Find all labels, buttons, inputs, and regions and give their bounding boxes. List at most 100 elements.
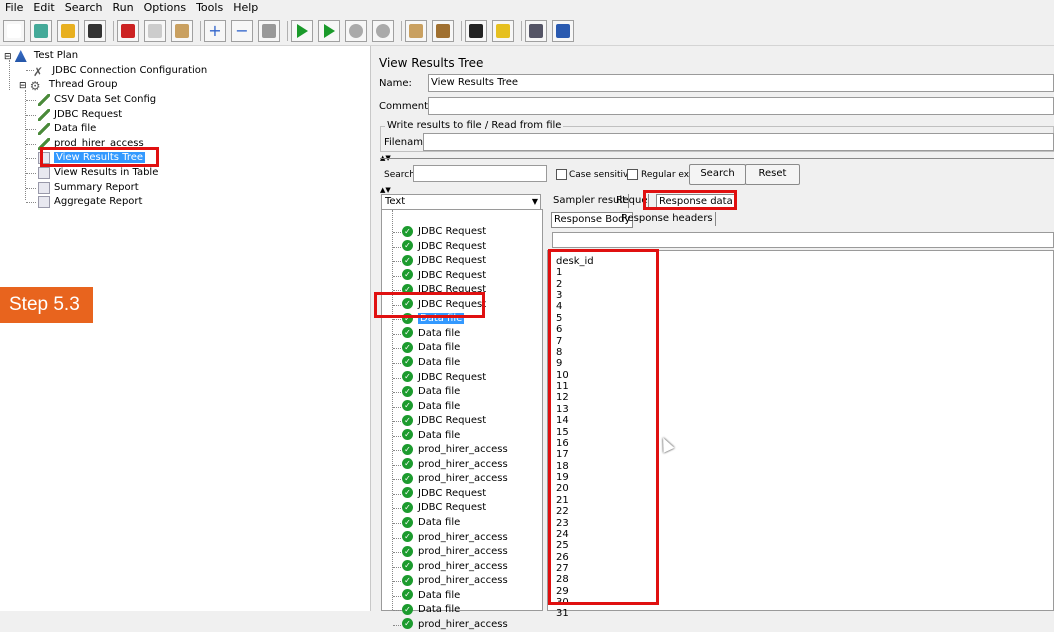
result-item[interactable]: ✓ prod_hirer_access [393,458,508,472]
tree-node-thread-group[interactable]: ⊟ ⚙ Thread Group [19,78,118,93]
result-item[interactable]: ✓ JDBC Request [393,501,487,515]
start-no-pause-icon [323,24,335,38]
search-icon [469,24,483,38]
copy-icon [148,24,162,38]
search-button[interactable]: Search [689,164,746,185]
copy-button[interactable] [144,20,166,42]
tree-node-test-plan[interactable]: ⊟ Test Plan [4,49,78,63]
start-button[interactable] [291,20,313,42]
toggle-button[interactable] [258,20,280,42]
menu-search[interactable]: Search [60,0,108,14]
result-item-label: prod_hirer_access [418,531,508,543]
result-item[interactable]: ✓ Data file [393,589,460,603]
result-item[interactable]: ✓ JDBC Request [393,240,486,254]
result-item[interactable]: ✓ Data file [393,356,461,370]
success-shield-icon: ✓ [402,472,413,484]
result-item[interactable]: ✓ JDBC Request [393,254,486,268]
menu-run[interactable]: Run [108,0,139,14]
result-item[interactable]: ✓ Data file [393,341,460,355]
tree-node-jdbc-request[interactable]: JDBC Request [26,108,122,122]
tree-node-data-file[interactable]: Data file [26,122,96,136]
result-item[interactable]: ✓ prod_hirer_access [393,472,508,486]
result-item[interactable]: ✓ prod_hirer_access [393,618,508,632]
search-input[interactable] [413,165,547,182]
result-item-label: Data file [418,327,461,339]
result-item-label: prod_hirer_access [418,458,508,470]
success-shield-icon: ✓ [402,327,413,339]
templates-button[interactable] [30,20,52,42]
subtab-response-headers[interactable]: Response headers [619,212,716,226]
tree-node-csv-data-set-config[interactable]: CSV Data Set Config [26,93,156,107]
name-label: Name: [379,78,412,89]
result-item-label: Data file [418,356,461,368]
new-button[interactable] [3,20,25,42]
result-item-label: JDBC Request [418,502,487,514]
response-line: 31 [556,608,569,620]
result-item[interactable]: ✓ prod_hirer_access [393,443,508,457]
comments-field[interactable] [428,97,1054,115]
success-shield-icon: ✓ [402,341,413,353]
tree-node-jdbc-connection-configuration[interactable]: ✗ JDBC Connection Configuration [33,64,207,79]
wrench-icon: ✗ [33,65,44,79]
name-field[interactable]: View Results Tree [428,74,1054,92]
splitter-arrows-2[interactable]: ▲▼ [380,186,391,194]
function-helper-button[interactable] [525,20,547,42]
success-shield-icon: ✓ [402,371,413,382]
shutdown-button[interactable] [372,20,394,42]
reset-search-button[interactable] [492,20,514,42]
reset-button[interactable]: Reset [745,164,800,185]
result-item[interactable]: ✓ Data file [393,603,461,617]
result-item[interactable]: ✓ Data file [393,327,461,341]
start-no-pause-button[interactable] [318,20,340,42]
success-shield-icon: ✓ [402,574,413,586]
result-item[interactable]: ✓ Data file [393,385,460,399]
tree-node-summary-report[interactable]: Summary Report [26,181,139,195]
success-shield-icon: ✓ [402,400,413,412]
result-item[interactable]: ✓ JDBC Request [393,414,486,428]
menu-bar: File Edit Search Run Options Tools Help [0,0,1054,16]
menu-options[interactable]: Options [139,0,191,14]
success-shield-icon: ✓ [402,545,413,557]
help-button[interactable] [552,20,574,42]
cut-button[interactable] [117,20,139,42]
regular-exp-checkbox[interactable] [627,169,638,180]
result-item[interactable]: ✓ Data file [393,516,460,530]
result-item[interactable]: ✓ Data file [393,429,460,443]
tree-node-view-results-in-table[interactable]: View Results in Table [26,166,158,180]
result-item[interactable]: ✓ prod_hirer_access [393,574,508,588]
menu-edit[interactable]: Edit [28,0,59,14]
tree-node-aggregate-report[interactable]: Aggregate Report [26,195,142,209]
success-shield-icon: ✓ [402,589,413,601]
menu-tools[interactable]: Tools [191,0,228,14]
response-search-field[interactable] [552,232,1054,248]
renderer-select[interactable]: Text ▼ [381,194,541,210]
new-icon [7,24,21,38]
result-item[interactable]: ✓ prod_hirer_access [393,545,508,559]
paste-button[interactable] [171,20,193,42]
start-icon [296,24,308,38]
clear-all-button[interactable] [432,20,454,42]
result-item-label: Data file [418,604,461,616]
result-item[interactable]: ✓ Data file [393,400,460,414]
result-item[interactable]: ✓ prod_hirer_access [393,560,508,574]
result-item[interactable]: ✓ JDBC Request [393,225,486,239]
clear-button[interactable] [405,20,427,42]
collapse-button[interactable]: − [231,20,253,42]
stop-button[interactable] [345,20,367,42]
search-button[interactable] [465,20,487,42]
filename-field[interactable] [423,133,1054,151]
result-item[interactable]: ✓ JDBC Request [393,371,486,385]
open-button[interactable] [57,20,79,42]
write-results-group-label: Write results to file / Read from file [385,120,564,131]
toolbar: + − [0,17,1054,46]
success-shield-icon: ✓ [402,443,413,455]
menu-help[interactable]: Help [228,0,263,14]
case-sensitive-checkbox[interactable] [556,169,567,180]
save-button[interactable] [84,20,106,42]
menu-file[interactable]: File [0,0,28,14]
result-item[interactable]: ✓ JDBC Request [393,487,486,501]
result-item[interactable]: ✓ JDBC Request [393,269,486,283]
result-item[interactable]: ✓ prod_hirer_access [393,531,508,545]
success-shield-icon: ✓ [402,225,413,237]
expand-button[interactable]: + [204,20,226,42]
